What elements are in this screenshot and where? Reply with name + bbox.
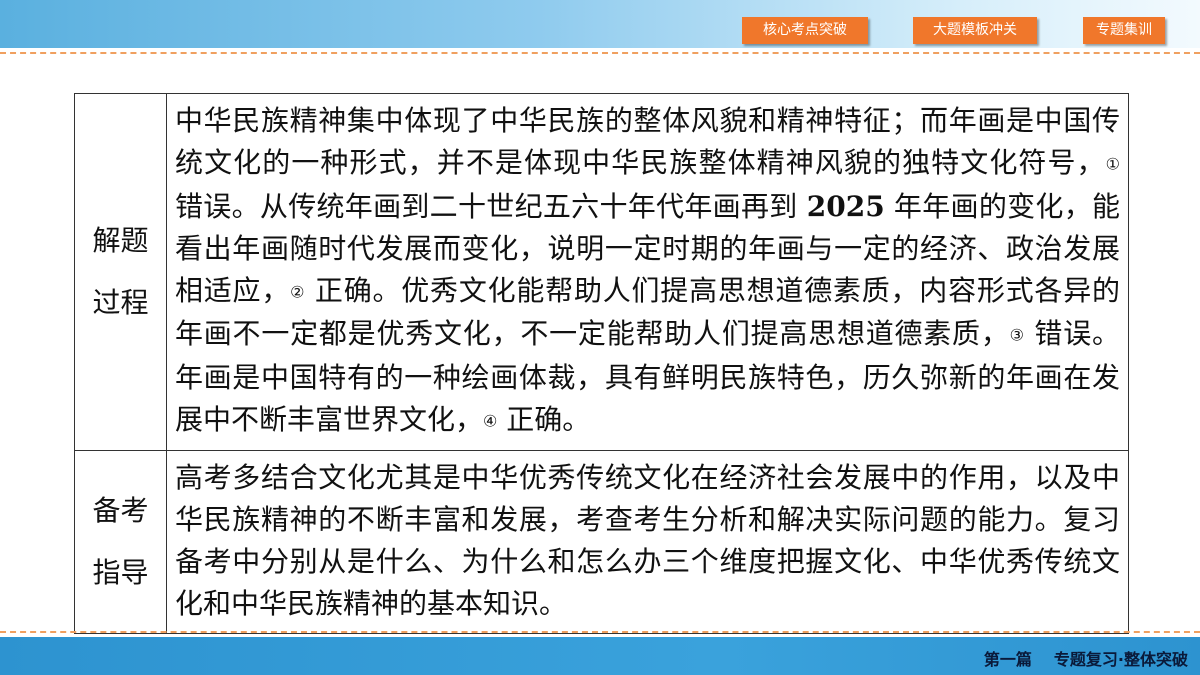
text-segment: 错误。从传统年画到二十世纪五六十年代年画再到	[175, 189, 807, 223]
table-row: 备考 指导 高考多结合文化尤其是中华优秀传统文化在经济社会发展中的作用，以及中华…	[74, 450, 1129, 634]
solution-text: 中华民族精神集中体现了中华民族的整体风貌和精神特征；而年画是中国传统文化的一种形…	[166, 93, 1129, 451]
footer-part: 第一篇	[983, 650, 1032, 669]
label-line: 过程	[92, 286, 149, 319]
text-segment: 正确。	[497, 402, 591, 436]
footer-title: 专题复习·整体突破	[1053, 650, 1188, 669]
guidance-text: 高考多结合文化尤其是中华优秀传统文化在经济社会发展中的作用，以及中华民族精神的不…	[166, 450, 1129, 634]
label-line: 备考	[92, 494, 149, 527]
label-line: 解题	[92, 224, 149, 257]
nav-button-template[interactable]: 大题模板冲关	[913, 17, 1037, 44]
row-label-solution: 解题 过程	[74, 93, 167, 451]
nav-button-core-points[interactable]: 核心考点突破	[742, 17, 868, 44]
year-value: 2025	[806, 189, 885, 223]
footer-caption: 第一篇 专题复习·整体突破	[984, 646, 1188, 670]
option-marker-4: ④	[483, 411, 498, 430]
label-line: 指导	[92, 556, 149, 589]
nav-button-special-training[interactable]: 专题集训	[1083, 17, 1165, 44]
row-label-guidance: 备考 指导	[74, 450, 167, 634]
content-table: 解题 过程 中华民族精神集中体现了中华民族的整体风貌和精神特征；而年画是中国传统…	[74, 93, 1129, 634]
top-divider	[0, 52, 1200, 54]
text-segment: 正确。优秀文化能帮助人们提高思想道德素质，内容形式各异的年画不一定都是优秀文化，…	[175, 273, 1120, 351]
option-marker-2: ②	[290, 282, 306, 301]
table-row: 解题 过程 中华民族精神集中体现了中华民族的整体风貌和精神特征；而年画是中国传统…	[74, 93, 1129, 451]
bottom-divider	[0, 631, 1200, 633]
text-segment: 中华民族精神集中体现了中华民族的整体风貌和精神特征；而年画是中国传统文化的一种形…	[175, 104, 1120, 179]
option-marker-1: ①	[1105, 154, 1120, 174]
option-marker-3: ③	[1009, 325, 1025, 345]
